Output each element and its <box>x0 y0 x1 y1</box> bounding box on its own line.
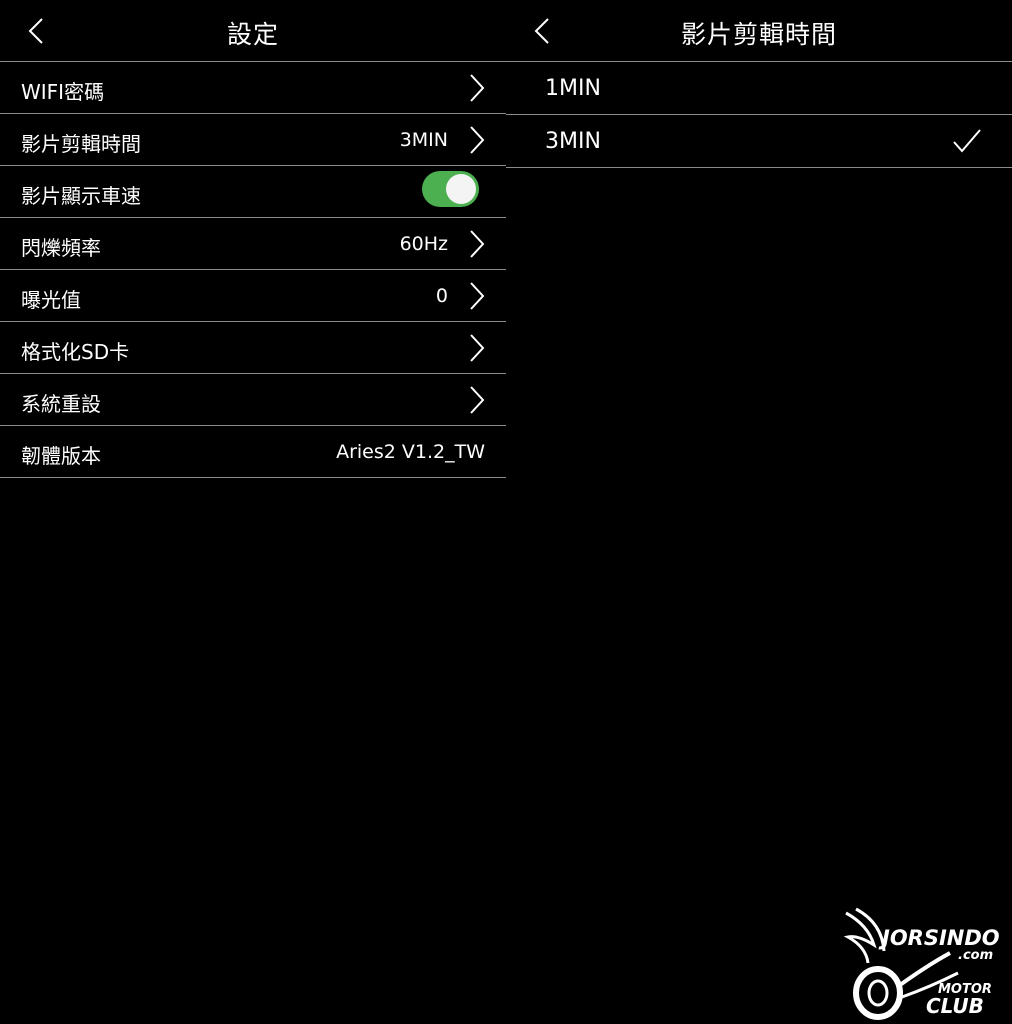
setting-row-clip-time[interactable]: 影片剪輯時間 3MIN <box>0 114 506 166</box>
chevron-right-icon <box>470 386 485 414</box>
setting-value: 0 <box>435 285 448 307</box>
setting-label: 影片顯示車速 <box>21 184 141 208</box>
watermark-line2: CLUB <box>926 994 984 1018</box>
settings-panel: 設定 WIFI密碼 影片剪輯時間 3MIN 影片顯示車速 閃爍頻率 60Hz 曝… <box>0 0 506 1024</box>
jorsindo-watermark-logo: JORSINDO .com MOTOR CLUB <box>843 907 1000 1020</box>
setting-row-format-sd[interactable]: 格式化SD卡 <box>0 322 506 374</box>
clip-time-panel: 影片剪輯時間 1MIN 3MIN <box>506 0 1012 1024</box>
setting-label: WIFI密碼 <box>21 80 105 104</box>
watermark-brand: JORSINDO <box>878 926 1000 950</box>
setting-label: 格式化SD卡 <box>21 340 130 364</box>
setting-label: 曝光值 <box>21 288 81 312</box>
setting-label: 韌體版本 <box>21 444 101 468</box>
setting-row-exposure[interactable]: 曝光值 0 <box>0 270 506 322</box>
checkmark-icon <box>953 129 981 153</box>
option-3min[interactable]: 3MIN <box>506 115 1012 168</box>
speed-display-toggle[interactable] <box>422 171 479 207</box>
firmware-version-value: Aries2 V1.2_TW <box>336 441 485 463</box>
chevron-right-icon <box>470 126 485 154</box>
watermark-domain: .com <box>958 948 993 963</box>
setting-row-wifi-password[interactable]: WIFI密碼 <box>0 62 506 114</box>
option-label: 1MIN <box>545 76 601 101</box>
page-title: 設定 <box>226 20 279 49</box>
page-title: 影片剪輯時間 <box>680 20 837 49</box>
setting-value: 3MIN <box>399 129 448 151</box>
chevron-right-icon <box>470 230 485 258</box>
setting-row-show-speed: 影片顯示車速 <box>0 166 506 218</box>
setting-row-system-reset[interactable]: 系統重設 <box>0 374 506 426</box>
setting-label: 系統重設 <box>21 392 101 416</box>
chevron-right-icon <box>470 282 485 310</box>
clip-time-header: 影片剪輯時間 <box>506 0 1012 62</box>
setting-row-firmware-version: 韌體版本 Aries2 V1.2_TW <box>0 426 506 478</box>
setting-row-flicker-frequency[interactable]: 閃爍頻率 60Hz <box>0 218 506 270</box>
chevron-right-icon <box>470 334 485 362</box>
setting-label: 閃爍頻率 <box>21 236 101 260</box>
toggle-knob <box>446 174 476 204</box>
option-1min[interactable]: 1MIN <box>506 62 1012 115</box>
chevron-right-icon <box>470 74 485 102</box>
setting-label: 影片剪輯時間 <box>21 132 141 156</box>
settings-header: 設定 <box>0 0 506 62</box>
option-label: 3MIN <box>545 129 601 154</box>
setting-value: 60Hz <box>399 233 448 255</box>
